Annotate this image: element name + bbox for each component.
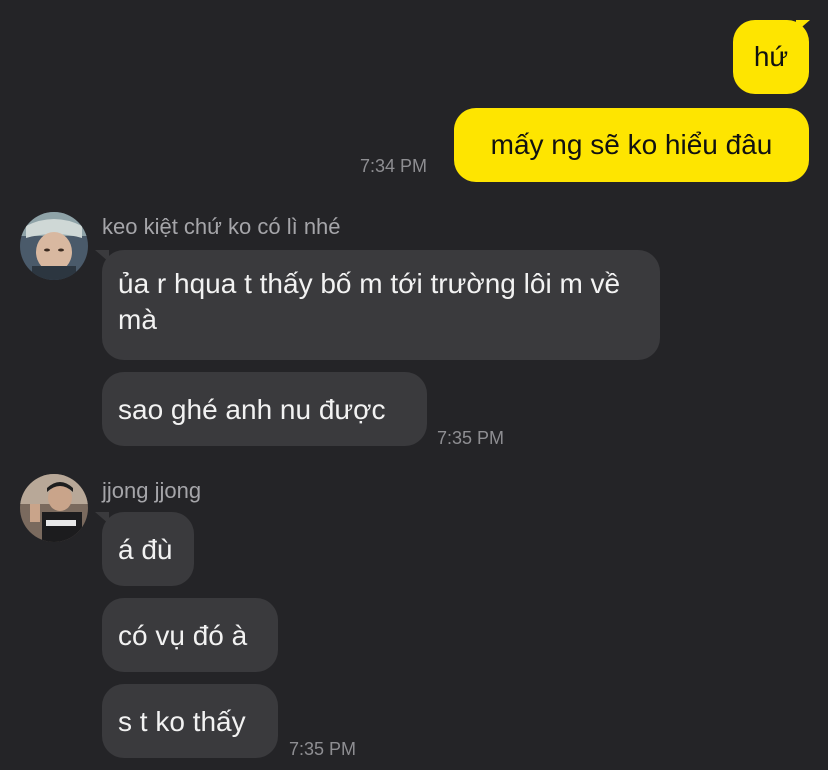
avatar[interactable] [20,212,88,280]
message-text: sao ghé anh nu được [118,394,386,425]
message-text: hứ [753,41,789,72]
chat-view: hứ 7:34 PM mấy ng sẽ ko hiểu đâu keo kiệ… [0,0,828,770]
message-text: ủa r hqua t thấy bố m tới trường lôi m v… [118,268,621,335]
incoming-message[interactable]: ủa r hqua t thấy bố m tới trường lôi m v… [102,250,660,360]
incoming-message[interactable]: s t ko thấy [102,684,278,758]
sender-name: keo kiệt chứ ko có lì nhé [102,214,341,239]
avatar[interactable] [20,474,88,542]
profile-photo-icon [20,212,88,280]
message-timestamp: 7:35 PM [289,739,357,759]
message-timestamp: 7:34 PM [360,156,428,176]
incoming-message[interactable]: có vụ đó à [102,598,278,672]
outgoing-message[interactable]: mấy ng sẽ ko hiểu đâu [454,108,809,182]
outgoing-message[interactable]: hứ [733,20,809,94]
message-text: á đù [118,534,173,565]
message-text: s t ko thấy [118,706,246,737]
message-text: mấy ng sẽ ko hiểu đâu [490,129,773,160]
incoming-message[interactable]: sao ghé anh nu được [102,372,427,446]
sender-name: jjong jjong [102,478,202,503]
profile-photo-icon [20,474,88,542]
message-text: có vụ đó à [118,620,248,651]
incoming-message[interactable]: á đù [102,512,194,586]
message-timestamp: 7:35 PM [437,428,505,448]
